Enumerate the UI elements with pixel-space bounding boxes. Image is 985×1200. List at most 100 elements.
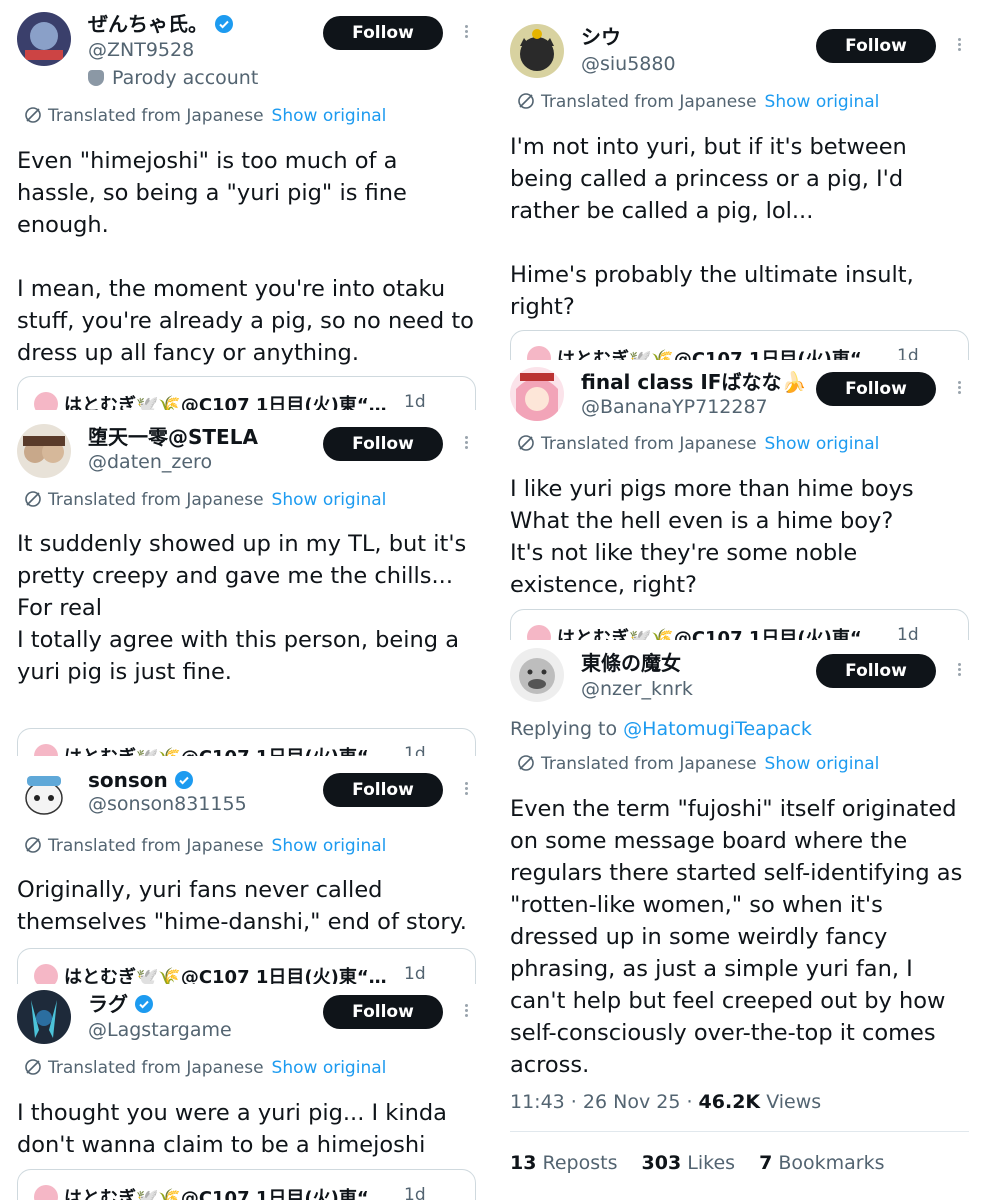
follow-button[interactable]: Follow xyxy=(323,995,443,1029)
translated-label: Translated from Japanese xyxy=(48,106,264,126)
avatar[interactable] xyxy=(17,424,71,478)
quote-author: はとむぎ🕊️🌾@C107 1日目(火)東“… xyxy=(557,628,880,640)
quoted-tweet[interactable]: はとむぎ🕊️🌾@C107 1日目(火)東“… 1d xyxy=(510,609,969,640)
show-original-link[interactable]: Show original xyxy=(765,754,880,774)
handle[interactable]: @sonson831155 xyxy=(88,792,247,816)
quoted-tweet[interactable]: はとむぎ🕊️🌾@C107 1日目(火)東“… 1d xyxy=(17,1169,476,1200)
quote-avatar xyxy=(34,744,58,756)
avatar[interactable] xyxy=(17,990,71,1044)
display-name[interactable]: sonson xyxy=(88,768,194,795)
follow-button[interactable]: Follow xyxy=(816,372,936,406)
display-name-text[interactable]: sonson xyxy=(88,768,168,792)
quoted-tweet[interactable]: はとむぎ🕊️🌾@C107 1日目(火)東“… 1d xyxy=(510,330,969,360)
parody-label: Parody account xyxy=(88,66,258,90)
tweet-card[interactable]: final class IFばなな🍌 @BananaYP712287 Follo… xyxy=(493,360,985,640)
show-original-link[interactable]: Show original xyxy=(272,490,387,510)
divider xyxy=(510,1131,969,1132)
likes-stat[interactable]: 303 Likes xyxy=(642,1152,736,1174)
engagement-stats: 13 Reposts 303 Likes 7 Bookmarks xyxy=(510,1151,903,1175)
display-name[interactable]: 堕天一零@STELA xyxy=(88,425,258,449)
tweet-text: Even the term "fujoshi" itself originate… xyxy=(510,796,963,1078)
verified-badge-icon xyxy=(134,994,154,1019)
display-name[interactable]: final class IFばなな🍌 xyxy=(581,370,806,394)
avatar[interactable] xyxy=(17,12,71,66)
left-column: ぜんちゃ氏。 @ZNT9528 Parody account Follow Tr… xyxy=(0,0,492,1200)
reposts-stat[interactable]: 13 Reposts xyxy=(510,1152,617,1174)
avatar[interactable] xyxy=(510,24,564,78)
tweet-card[interactable]: ラグ @Lagstargame Follow Translated from J… xyxy=(0,984,492,1200)
replying-to-label: Replying to xyxy=(510,718,618,740)
translation-notice: Translated from Japanese Show original xyxy=(517,753,879,778)
translated-label: Translated from Japanese xyxy=(541,434,757,454)
handle[interactable]: @Lagstargame xyxy=(88,1018,232,1042)
more-options-icon[interactable] xyxy=(955,36,963,56)
display-name[interactable]: ラグ xyxy=(88,992,154,1019)
handle[interactable]: @siu5880 xyxy=(581,52,676,76)
tweet-text: Even "himejoshi" is too much of a hassle… xyxy=(17,148,474,366)
quoted-tweet[interactable]: はとむぎ🕊️🌾@C107 1日目(火)東“… 1d xyxy=(17,376,476,410)
tweet-card[interactable]: sonson @sonson831155 Follow Translated f… xyxy=(0,756,492,984)
quote-avatar xyxy=(527,625,551,640)
quote-avatar xyxy=(34,392,58,410)
quote-avatar xyxy=(527,346,551,360)
parody-label-text: Parody account xyxy=(112,67,259,89)
tweet-time[interactable]: 11:43 xyxy=(510,1091,565,1113)
quoted-tweet[interactable]: はとむぎ🕊️🌾@C107 1日目(火)東“… 1d xyxy=(17,728,476,756)
translate-icon xyxy=(517,754,535,778)
tweet-text: It suddenly showed up in my TL, but it's… xyxy=(17,531,467,685)
translation-notice: Translated from Japanese Show original xyxy=(517,91,879,116)
translate-icon xyxy=(24,106,42,130)
show-original-link[interactable]: Show original xyxy=(765,92,880,112)
show-original-link[interactable]: Show original xyxy=(272,1058,387,1078)
follow-button[interactable]: Follow xyxy=(816,29,936,63)
translated-label: Translated from Japanese xyxy=(541,754,757,774)
more-options-icon[interactable] xyxy=(462,23,470,43)
views-label: Views xyxy=(766,1091,822,1113)
translation-notice: Translated from Japanese Show original xyxy=(24,835,386,860)
handle[interactable]: @BananaYP712287 xyxy=(581,395,768,419)
tweet-card[interactable]: 堕天一零@STELA @daten_zero Follow Translated… xyxy=(0,410,492,756)
quote-author: はとむぎ🕊️🌾@C107 1日目(火)東“… xyxy=(64,395,387,410)
tweet-card[interactable]: ぜんちゃ氏。 @ZNT9528 Parody account Follow Tr… xyxy=(0,0,492,410)
quoted-tweet[interactable]: はとむぎ🕊️🌾@C107 1日目(火)東“… 1d xyxy=(17,948,476,984)
more-options-icon[interactable] xyxy=(462,780,470,800)
right-column: シウ @siu5880 Follow Translated from Japan… xyxy=(493,0,985,1200)
display-name[interactable]: ぜんちゃ氏。 xyxy=(88,12,234,39)
tweet-meta: 11:43 · 26 Nov 25 · 46.2K Views xyxy=(510,1091,822,1113)
more-options-icon[interactable] xyxy=(955,661,963,681)
more-options-icon[interactable] xyxy=(462,434,470,454)
display-name[interactable]: 東條の魔女 xyxy=(581,651,681,675)
bookmarks-stat[interactable]: 7 Bookmarks xyxy=(759,1152,884,1174)
show-original-link[interactable]: Show original xyxy=(272,106,387,126)
quote-time: 1d xyxy=(897,625,919,640)
display-name[interactable]: シウ xyxy=(581,25,621,49)
translated-label: Translated from Japanese xyxy=(541,92,757,112)
more-options-icon[interactable] xyxy=(955,379,963,399)
handle[interactable]: @ZNT9528 xyxy=(88,38,194,62)
display-name-text[interactable]: ラグ xyxy=(88,992,128,1016)
reposts-count: 13 xyxy=(510,1152,537,1174)
follow-button[interactable]: Follow xyxy=(323,16,443,50)
avatar[interactable] xyxy=(510,648,564,702)
handle[interactable]: @nzer_knrk xyxy=(581,677,693,701)
follow-button[interactable]: Follow xyxy=(323,773,443,807)
quote-time: 1d xyxy=(897,346,919,360)
avatar[interactable] xyxy=(510,367,564,421)
show-original-link[interactable]: Show original xyxy=(765,434,880,454)
quote-time: 1d xyxy=(404,744,426,756)
reply-mention-link[interactable]: @HatomugiTeapack xyxy=(623,718,812,740)
follow-button[interactable]: Follow xyxy=(816,654,936,688)
replying-to: Replying to @HatomugiTeapack xyxy=(510,717,812,741)
avatar[interactable] xyxy=(17,768,71,822)
quote-author: はとむぎ🕊️🌾@C107 1日目(火)東“… xyxy=(64,1188,387,1200)
bookmarks-count: 7 xyxy=(759,1152,773,1174)
handle[interactable]: @daten_zero xyxy=(88,450,212,474)
quote-time: 1d xyxy=(404,392,426,410)
tweet-card[interactable]: 東條の魔女 @nzer_knrk Follow Replying to @Hat… xyxy=(493,640,985,1200)
more-options-icon[interactable] xyxy=(462,1002,470,1022)
display-name-text[interactable]: ぜんちゃ氏。 xyxy=(88,12,208,36)
show-original-link[interactable]: Show original xyxy=(272,836,387,856)
tweet-card[interactable]: シウ @siu5880 Follow Translated from Japan… xyxy=(493,0,985,360)
tweet-date[interactable]: 26 Nov 25 xyxy=(583,1091,681,1113)
follow-button[interactable]: Follow xyxy=(323,427,443,461)
